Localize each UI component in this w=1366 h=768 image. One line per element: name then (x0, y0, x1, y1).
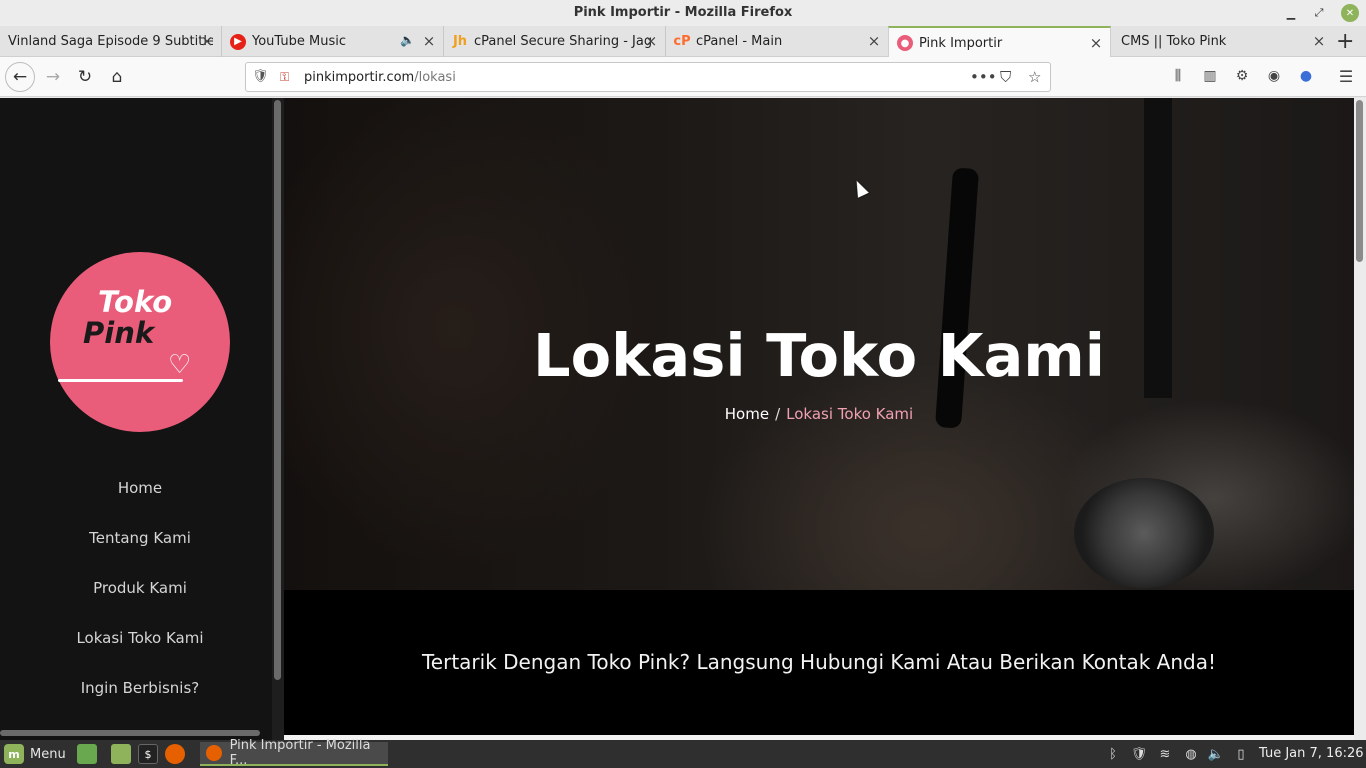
sidebar-item-produk-kami[interactable]: Produk Kami (0, 569, 280, 619)
extension-blue-icon[interactable]: ● (1296, 66, 1316, 86)
page-scrollbar[interactable] (1354, 98, 1366, 740)
insecure-lock-icon[interactable]: ⚿ (280, 70, 294, 84)
bookmark-star-icon[interactable]: ☆ (1028, 68, 1041, 86)
library-icon[interactable]: ⫼ (1168, 66, 1188, 86)
cta-text: Tertarik Dengan Toko Pink? Langsung Hubu… (421, 650, 1216, 674)
url-host: pinkimportir.com (304, 70, 415, 85)
bluetooth-icon[interactable]: ᛒ (1104, 745, 1122, 763)
clock[interactable]: Tue Jan 7, 16:26 (1259, 746, 1364, 761)
hamburger-menu-icon[interactable]: ☰ (1336, 66, 1356, 86)
tab-label: Vinland Saga Episode 9 Subtitle (8, 34, 213, 49)
linux-mint-icon: m (4, 744, 24, 764)
breadcrumb-separator: / (775, 405, 781, 423)
tab-close-icon[interactable]: × (1088, 34, 1104, 52)
tab-strip: Vinland Saga Episode 9 Subtitle × ▶ YouT… (0, 26, 1366, 58)
page-actions-icon[interactable]: ••• (970, 68, 997, 86)
breadcrumb-current: Lokasi Toko Kami (786, 405, 914, 423)
show-desktop-icon[interactable] (77, 744, 97, 764)
jagoan-icon: Jh (452, 34, 468, 49)
url-path: /lokasi (414, 70, 456, 85)
sidebar-scroll-thumb[interactable] (274, 100, 281, 680)
taskbar-window-firefox[interactable]: Pink Importir - Mozilla F... (200, 738, 388, 768)
sidebar-scrollbar[interactable] (272, 98, 284, 740)
tab-cpanel-main[interactable]: cP cPanel - Main × (666, 26, 888, 57)
start-menu-label: Menu (30, 746, 66, 762)
tab-close-icon[interactable]: × (866, 32, 882, 50)
system-taskbar: m Menu $ Pink Importir - Mozilla F... ᛒ … (0, 738, 1366, 768)
tab-close-icon[interactable]: × (421, 32, 437, 50)
sidebar-horizontal-scrollbar[interactable] (0, 730, 260, 736)
account-icon[interactable]: ◉ (1264, 66, 1284, 86)
youtube-music-icon: ▶ (230, 33, 246, 50)
forward-arrow-icon[interactable]: → (41, 65, 65, 89)
files-folder-icon[interactable] (111, 744, 131, 764)
tab-youtube-music[interactable]: ▶ YouTube Music 🔈 × (222, 26, 444, 57)
tab-pink-importir[interactable]: ● Pink Importir × (888, 26, 1111, 58)
sidebar-toggle-icon[interactable]: ▥ (1200, 66, 1220, 86)
back-arrow-icon[interactable]: ← (5, 62, 35, 92)
extension-icon[interactable]: ⚙ (1232, 66, 1252, 86)
speaker-icon[interactable]: 🔈 (400, 33, 415, 47)
close-window-icon[interactable]: ✕ (1341, 4, 1359, 22)
site-sidebar: Toko Pink ♡ Home Tentang Kami Produk Kam… (0, 98, 272, 740)
tab-label: CMS || Toko Pink (1121, 34, 1227, 49)
toko-pink-logo[interactable]: Toko Pink ♡ (50, 252, 230, 432)
pocket-icon[interactable]: ⛉ (1000, 68, 1011, 86)
sidebar-item-tentang-kami[interactable]: Tentang Kami (0, 519, 280, 569)
contact-cta-section: Tertarik Dengan Toko Pink? Langsung Hubu… (284, 590, 1354, 740)
breadcrumb: Home / Lokasi Toko Kami (284, 405, 1354, 423)
volume-icon[interactable]: 🔈 (1207, 745, 1225, 763)
tab-vinland-saga[interactable]: Vinland Saga Episode 9 Subtitle × (0, 26, 222, 57)
new-tab-icon[interactable]: + (1336, 29, 1354, 54)
tab-cms-toko-pink[interactable]: CMS || Toko Pink × (1111, 26, 1333, 57)
terminal-icon[interactable]: $ (138, 744, 158, 764)
firefox-launcher-icon[interactable] (165, 744, 185, 764)
minimize-icon[interactable]: ▁ (1282, 4, 1300, 22)
window-title: Pink Importir - Mozilla Firefox (573, 5, 793, 20)
maximize-icon[interactable]: ⤢ (1310, 4, 1328, 22)
tracking-shield-icon[interactable]: 🛡 (252, 69, 269, 84)
tab-close-icon[interactable]: × (199, 32, 215, 50)
firefox-icon (206, 745, 222, 761)
breadcrumb-home[interactable]: Home (725, 405, 769, 423)
wifi-icon[interactable]: ≋ (1156, 745, 1174, 763)
tab-label: cPanel Secure Sharing - Jag (474, 34, 653, 49)
tab-cpanel-secure-sharing[interactable]: Jh cPanel Secure Sharing - Jag × (444, 26, 666, 57)
sidebar-item-ingin-berbisnis[interactable]: Ingin Berbisnis? (0, 669, 280, 719)
update-shield-icon[interactable]: 🛡 (1130, 745, 1148, 763)
tab-close-icon[interactable]: × (1311, 32, 1327, 50)
taskbar-window-label: Pink Importir - Mozilla F... (229, 738, 371, 768)
steam-icon[interactable]: ◍ (1182, 745, 1200, 763)
heart-icon: ♡ (168, 350, 192, 380)
tab-label: Pink Importir (919, 35, 1003, 51)
url-bar[interactable]: 🛡 ⚿ pinkimportir.com/lokasi ••• ⛉ ☆ (245, 62, 1051, 92)
start-menu-button[interactable]: m Menu (4, 743, 66, 765)
reload-icon[interactable]: ↻ (73, 65, 97, 89)
sidebar-menu: Home Tentang Kami Produk Kami Lokasi Tok… (0, 469, 280, 719)
url-text[interactable]: pinkimportir.com/lokasi (304, 70, 456, 85)
window-titlebar: Pink Importir - Mozilla Firefox ▁ ⤢ ✕ (0, 0, 1366, 26)
sidebar-item-home[interactable]: Home (0, 469, 280, 519)
pink-icon: ● (897, 35, 913, 51)
hero-banner: Lokasi Toko Kami Home / Lokasi Toko Kami (284, 98, 1354, 590)
tab-label: cPanel - Main (696, 34, 783, 49)
tab-close-icon[interactable]: × (643, 32, 659, 50)
page-scroll-thumb[interactable] (1356, 100, 1363, 262)
cpanel-icon: cP (673, 34, 691, 49)
battery-icon[interactable]: ▯ (1232, 745, 1250, 763)
web-page: Toko Pink ♡ Home Tentang Kami Produk Kam… (0, 98, 1366, 740)
logo-underline (58, 379, 183, 382)
page-title: Lokasi Toko Kami (533, 321, 1105, 390)
nav-bar: ← → ↻ ⌂ 🛡 ⚿ pinkimportir.com/lokasi ••• … (0, 57, 1366, 97)
sidebar-item-lokasi-toko-kami[interactable]: Lokasi Toko Kami (0, 619, 280, 669)
home-icon[interactable]: ⌂ (105, 65, 129, 89)
logo-text-pink: Pink (83, 316, 155, 350)
logo-text-toko: Toko (98, 285, 173, 319)
